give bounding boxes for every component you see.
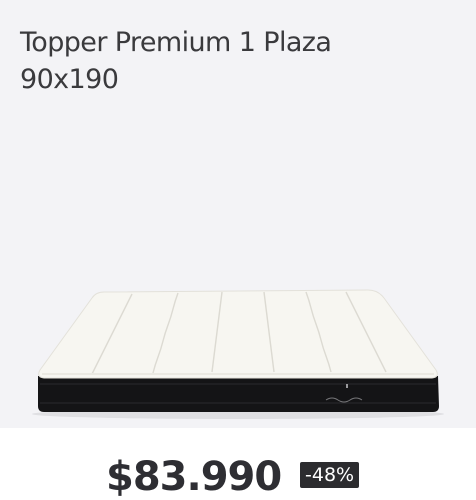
product-title-line-1: Topper Premium 1 Plaza bbox=[20, 27, 332, 58]
price: $83.990 bbox=[106, 454, 282, 500]
product-image-area[interactable]: Topper Premium 1 Plaza 90x190 bbox=[0, 0, 476, 428]
product-card[interactable]: Topper Premium 1 Plaza 90x190 $83.990 -4… bbox=[0, 0, 476, 500]
product-title-line-2: 90x190 bbox=[20, 64, 119, 95]
mattress-topper-image bbox=[32, 289, 444, 419]
discount-badge: -48% bbox=[300, 462, 360, 488]
product-title: Topper Premium 1 Plaza 90x190 bbox=[20, 24, 460, 98]
